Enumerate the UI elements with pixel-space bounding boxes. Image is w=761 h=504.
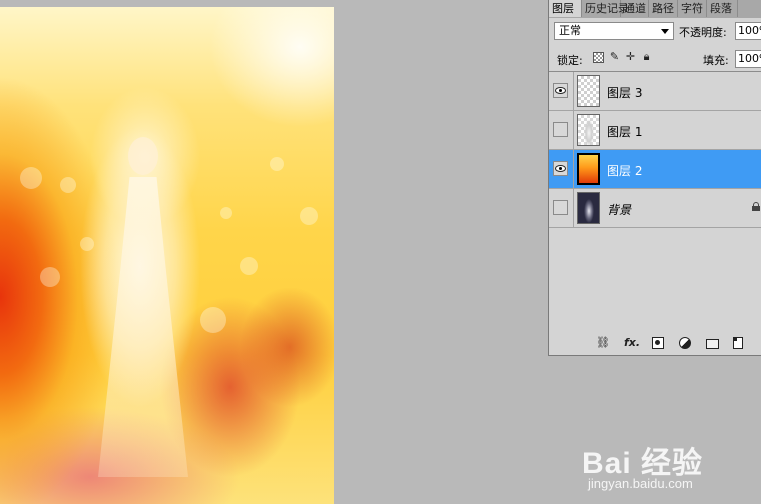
layers-panel: 图层 历史记录 通道 路径 字符 段落 正常 不透明度: 100% 锁定: ✎ … [548,0,761,356]
layer-row-3[interactable]: 图层 3 [549,72,761,111]
lock-move-icon[interactable]: ✛ [625,51,636,63]
layer-row-1[interactable]: 图层 1 [549,111,761,150]
new-layer-icon[interactable] [733,337,743,349]
mask-icon[interactable] [652,337,664,349]
adjustment-icon[interactable] [679,337,691,349]
lock-icon [752,202,760,211]
opacity-label: 不透明度: [679,26,727,39]
fx-icon[interactable]: fx. [623,337,641,349]
divider [573,111,574,149]
bride-figure [98,137,188,477]
layer-name: 图层 2 [607,164,643,178]
fill-label: 填充: [703,54,729,67]
folder-icon[interactable] [706,337,719,349]
lock-options: ✎ ✛ 🔒︎ [593,51,652,63]
layer-name: 图层 1 [607,125,643,139]
tab-paragraph[interactable]: 段落 [707,0,738,17]
visibility-toggle[interactable] [553,161,568,176]
fill-input[interactable]: 100% [735,50,761,68]
bokeh-light [20,167,42,189]
bokeh-light [240,257,258,275]
bokeh-light [60,177,76,193]
divider [573,72,574,110]
eye-icon [555,87,566,94]
chevron-down-icon [661,29,669,34]
visibility-toggle[interactable] [553,200,568,215]
eye-icon [555,165,566,172]
divider [573,150,574,188]
layer-thumbnail [577,114,600,146]
bokeh-light [300,207,318,225]
lock-paint-icon[interactable]: ✎ [609,51,620,63]
layer-name: 背景 [607,203,632,217]
bride-dress [98,177,188,477]
bokeh-light [270,157,284,171]
tab-layers[interactable]: 图层 [549,0,582,17]
document-canvas[interactable] [0,7,334,504]
opacity-input[interactable]: 100% [735,22,761,40]
tab-channels[interactable]: 通道 [621,0,649,17]
layer-thumbnail [577,75,600,107]
tab-history[interactable]: 历史记录 [582,0,629,17]
layer-list: 图层 3 图层 1 图层 2 背景 [549,71,761,334]
lock-all-icon[interactable]: 🔒︎ [641,51,652,63]
panel-tabs: 图层 历史记录 通道 路径 字符 段落 [549,0,761,18]
lock-label: 锁定: [557,54,583,67]
visibility-toggle[interactable] [553,83,568,98]
layer-thumbnail [577,192,600,224]
lock-transparency-icon[interactable] [593,52,604,63]
bokeh-light [40,267,60,287]
bride-head [128,137,158,175]
bokeh-light [220,207,232,219]
bokeh-light [200,307,226,333]
baidu-jingyan-watermark: Bai 经验 jingyan.baidu.com [582,436,752,498]
tab-paths[interactable]: 路径 [649,0,678,17]
divider [573,189,574,227]
tab-character[interactable]: 字符 [678,0,707,17]
visibility-toggle[interactable] [553,122,568,137]
bokeh-light [80,237,94,251]
blend-mode-value: 正常 [559,24,581,37]
link-icon[interactable]: ⛓ [595,337,611,349]
layer-name: 图层 3 [607,86,643,100]
blend-mode-select[interactable]: 正常 [554,22,674,40]
layer-row-2[interactable]: 图层 2 [549,150,761,189]
layer-thumbnail [577,153,600,185]
layers-panel-toolbar: ⛓ fx. [549,333,761,355]
watermark-url: jingyan.baidu.com [588,476,693,491]
layer-row-background[interactable]: 背景 [549,189,761,228]
